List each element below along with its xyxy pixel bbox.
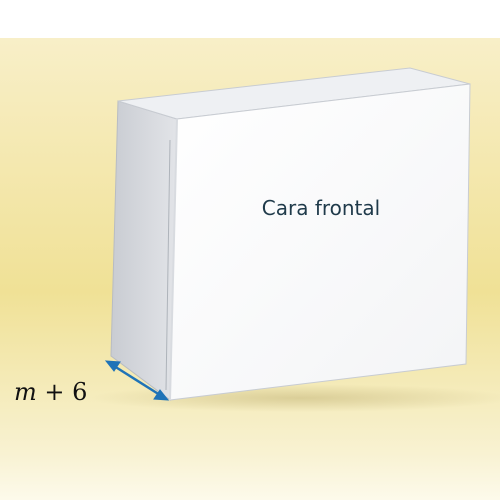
- front-face-label: Cara frontal: [261, 196, 381, 220]
- dimension-operator: +: [44, 378, 65, 406]
- depth-dimension-label: m + 6: [14, 378, 114, 406]
- box-illustration: [0, 38, 500, 500]
- box-front-face: [169, 83, 471, 401]
- dimension-constant: 6: [72, 378, 88, 406]
- box-side-face: [110, 100, 178, 401]
- dimension-variable: m: [14, 378, 37, 406]
- illustration-scene: Cara frontal m + 6: [0, 0, 500, 500]
